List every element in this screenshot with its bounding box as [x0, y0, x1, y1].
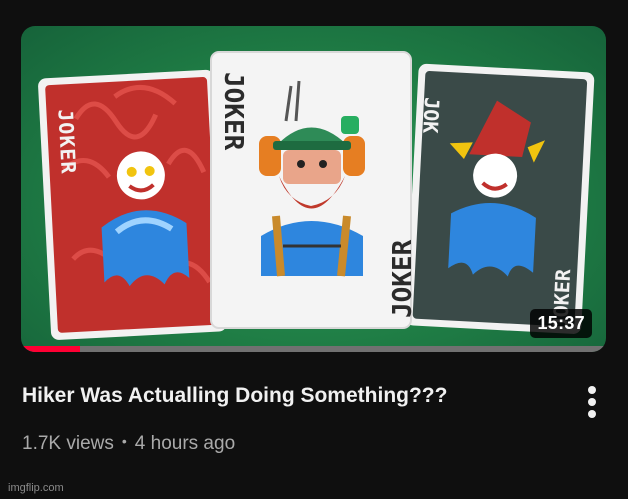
svg-text:JOKER: JOKER	[388, 239, 418, 318]
video-duration-badge: 15:37	[530, 309, 592, 338]
card-letters-center: JOKER	[218, 72, 248, 151]
upload-age: 4 hours ago	[134, 433, 236, 454]
red-joker-card: JOKER	[38, 69, 227, 340]
video-metadata: 1.7K views • 4 hours ago	[22, 433, 235, 455]
kebab-vertical-icon[interactable]	[580, 385, 604, 419]
meta-separator: •	[121, 433, 127, 449]
hiker-joker-card: JOKER JOKER	[210, 51, 418, 329]
svg-text:JOK: JOK	[418, 97, 444, 134]
video-title[interactable]: Hiker Was Actualling Doing Something???	[22, 384, 447, 408]
card-letters-left: JOKER	[53, 109, 80, 175]
video-thumbnail[interactable]: JOKER JOK JOKER JOKER JOKER 15:37	[21, 26, 606, 352]
dark-joker-card: JOK JOKER	[405, 63, 595, 334]
imgflip-watermark: imgflip.com	[8, 482, 64, 494]
watch-progress-bar	[21, 346, 606, 352]
view-count: 1.7K views	[22, 433, 114, 454]
watch-progress-fill	[21, 346, 80, 352]
thumbnail-art: JOKER JOK JOKER JOKER JOKER	[38, 51, 595, 340]
